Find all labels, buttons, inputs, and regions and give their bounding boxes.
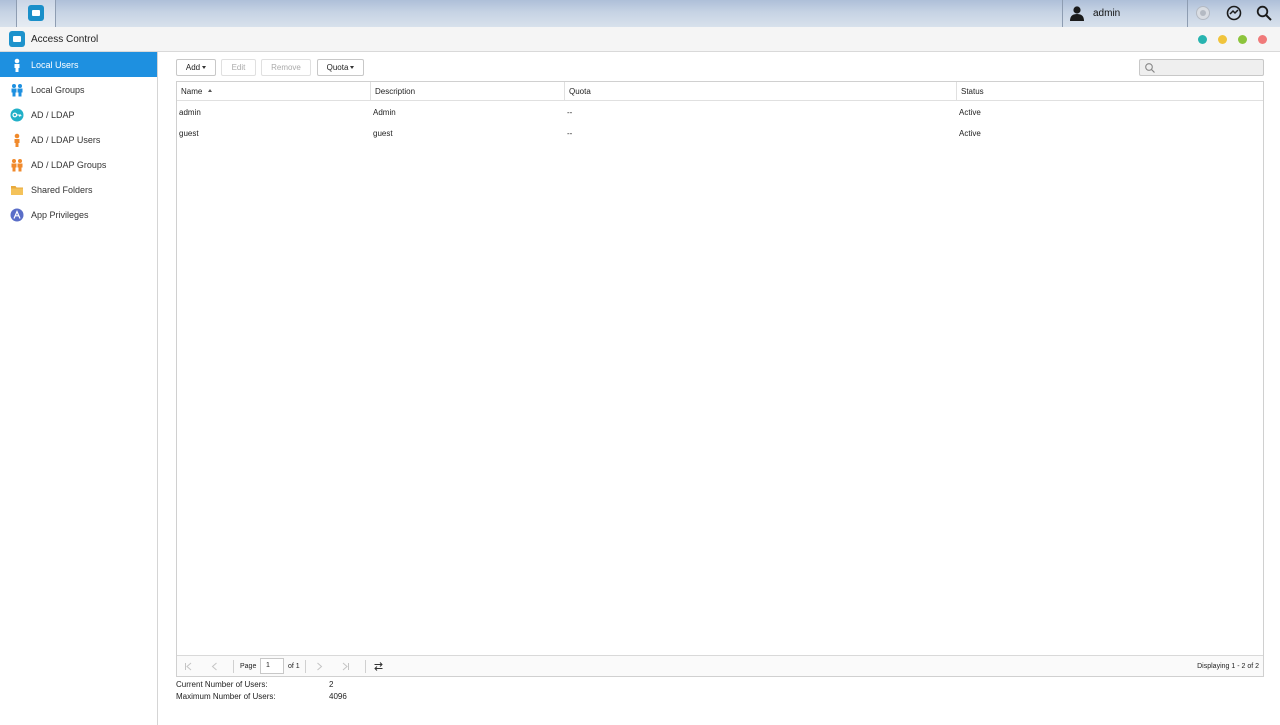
search-icon[interactable] [1256, 5, 1272, 21]
cell-quota: -- [567, 129, 573, 138]
app-icon [10, 208, 24, 222]
window-title: Access Control [31, 34, 99, 45]
taskbar: admin [0, 0, 1280, 27]
remove-button[interactable]: Remove [261, 59, 311, 76]
minimize-button[interactable] [1218, 35, 1227, 44]
chevron-down-icon [350, 66, 355, 69]
resource-monitor-icon[interactable] [1226, 5, 1242, 21]
search-field[interactable] [1139, 59, 1264, 76]
sidebar-item-shared-folders[interactable]: Shared Folders [0, 177, 157, 202]
previous-page-icon[interactable] [209, 661, 220, 672]
sidebar-item-local-groups[interactable]: Local Groups [0, 77, 157, 102]
column-header-label: Quota [569, 87, 591, 96]
first-page-icon[interactable] [183, 661, 194, 672]
column-header-label: Status [961, 87, 984, 96]
cell-quota: -- [567, 108, 573, 117]
table-header: Name Description Quota Status [177, 82, 1263, 101]
sidebar-item-ad-ldap-users[interactable]: AD / LDAP Users [0, 127, 157, 152]
sidebar-item-ad-ldap[interactable]: AD / LDAP [0, 102, 157, 127]
taskbar-divider [1062, 0, 1063, 27]
pager-divider [233, 660, 234, 673]
sidebar-item-label: AD / LDAP Groups [31, 160, 107, 170]
pager-divider [305, 660, 306, 673]
column-header-status[interactable]: Status [957, 82, 1263, 101]
quota-button-label: Quota [326, 63, 349, 72]
add-button-label: Add [185, 63, 201, 72]
sidebar: Local Users Local Groups AD / LDAP AD / … [0, 52, 158, 725]
taskbar-divider [55, 0, 56, 27]
sidebar-item-local-users[interactable]: Local Users [0, 52, 157, 77]
group-icon [11, 84, 23, 97]
window-titlebar: Access Control [0, 27, 1280, 52]
table-row[interactable]: guest guest -- Active [177, 123, 1263, 144]
folder-icon [11, 186, 23, 195]
sidebar-item-app-privileges[interactable]: App Privileges [0, 202, 157, 227]
sidebar-item-label: App Privileges [31, 210, 89, 220]
user-avatar-icon[interactable] [1069, 5, 1085, 21]
cell-name: admin [179, 108, 201, 117]
page-number-input[interactable]: 1 [260, 658, 284, 674]
sort-ascending-icon [208, 89, 213, 92]
quota-button[interactable]: Quota [317, 59, 364, 76]
current-users-value: 2 [329, 680, 334, 689]
group-icon [11, 159, 23, 172]
pagination-bar: Page 1 of 1 Displaying 1 - 2 of 2 [177, 655, 1263, 676]
max-users-value: 4096 [329, 692, 347, 701]
edit-button[interactable]: Edit [221, 59, 256, 76]
cell-name: guest [179, 129, 199, 138]
sidebar-item-ad-ldap-groups[interactable]: AD / LDAP Groups [0, 152, 157, 177]
remove-button-label: Remove [271, 63, 301, 72]
max-users-label: Maximum Number of Users: [176, 692, 276, 701]
sidebar-item-label: AD / LDAP [31, 110, 75, 120]
user-icon [14, 133, 20, 147]
chevron-down-icon [202, 66, 207, 69]
page-total-label: of 1 [288, 663, 300, 670]
sidebar-item-label: Local Groups [31, 85, 85, 95]
sidebar-item-label: Shared Folders [31, 185, 93, 195]
last-page-icon[interactable] [340, 661, 351, 672]
edit-button-label: Edit [231, 63, 246, 72]
notification-icon[interactable] [1195, 5, 1211, 21]
cell-description: Admin [373, 108, 396, 117]
column-header-label: Description [375, 87, 416, 96]
key-icon [10, 108, 24, 122]
sidebar-item-label: AD / LDAP Users [31, 135, 101, 145]
next-page-icon[interactable] [314, 661, 325, 672]
cell-status: Active [959, 108, 981, 117]
username-label[interactable]: admin [1093, 8, 1120, 19]
column-header-label: Name [181, 87, 203, 96]
cell-status: Active [959, 129, 981, 138]
sidebar-item-label: Local Users [31, 60, 79, 70]
page-label: Page [240, 663, 257, 670]
help-button[interactable] [1198, 35, 1207, 44]
cell-description: guest [373, 129, 393, 138]
maximize-button[interactable] [1238, 35, 1247, 44]
close-button[interactable] [1258, 35, 1267, 44]
access-control-window-icon [9, 31, 25, 47]
current-users-label: Current Number of Users: [176, 680, 268, 689]
column-header-description[interactable]: Description [371, 82, 565, 101]
user-icon [14, 58, 20, 72]
column-header-name[interactable]: Name [177, 82, 371, 101]
table-row[interactable]: admin Admin -- Active [177, 102, 1263, 123]
users-table: Name Description Quota Status admin Admi… [176, 81, 1264, 677]
search-icon [1145, 63, 1155, 73]
access-control-app-icon[interactable] [28, 5, 44, 21]
column-header-quota[interactable]: Quota [565, 82, 957, 101]
display-count-label: Displaying 1 - 2 of 2 [1197, 663, 1259, 670]
refresh-icon[interactable] [373, 661, 384, 672]
taskbar-divider [1187, 0, 1188, 27]
pager-divider [365, 660, 366, 673]
search-input[interactable] [1158, 61, 1258, 74]
add-button[interactable]: Add [176, 59, 216, 76]
